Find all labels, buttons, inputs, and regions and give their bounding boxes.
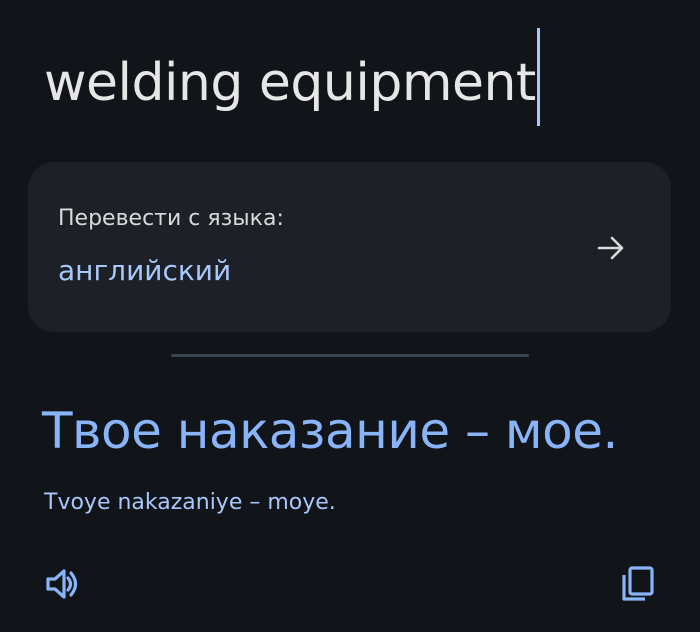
transliteration-text: Tvoye nakazaniye – moye.: [44, 490, 336, 515]
source-language-value[interactable]: английский: [58, 254, 231, 287]
source-text[interactable]: welding equipment: [44, 48, 536, 118]
source-text-input[interactable]: welding equipment: [44, 28, 540, 130]
text-cursor: [536, 28, 540, 126]
speaker-icon[interactable]: [42, 564, 82, 604]
copy-icon[interactable]: [618, 564, 658, 604]
section-divider: [171, 354, 529, 357]
source-language-card[interactable]: Перевести с языка: английский: [28, 162, 671, 332]
translation-text: Твое наказание – мое.: [42, 402, 618, 460]
source-language-label: Перевести с языка:: [58, 206, 284, 231]
arrow-right-icon[interactable]: [593, 230, 629, 266]
